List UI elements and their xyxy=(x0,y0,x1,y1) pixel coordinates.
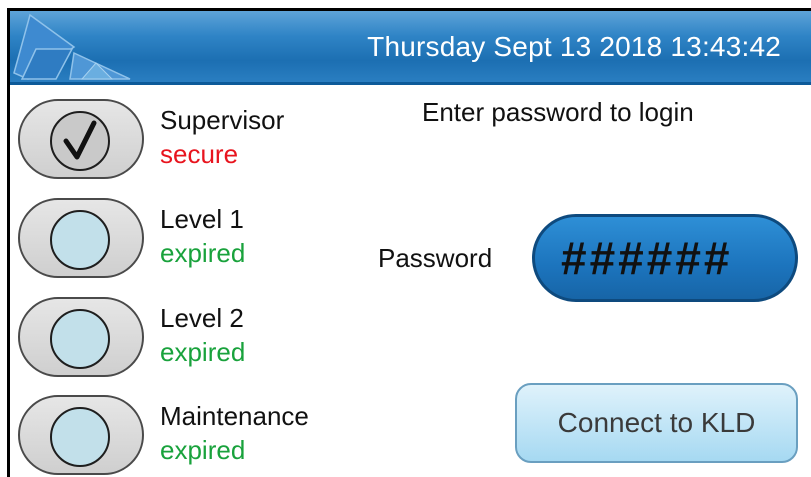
radio-circle xyxy=(50,210,110,270)
level-row-level-1: Level 1 expired xyxy=(18,198,358,284)
level-row-maintenance: Maintenance expired xyxy=(18,395,358,477)
radio-circle xyxy=(50,111,110,171)
radio-circle xyxy=(50,309,110,369)
password-label: Password xyxy=(378,243,493,273)
header-bar: Thursday Sept 13 2018 13:43:42 xyxy=(10,11,811,85)
supervisor-toggle[interactable] xyxy=(18,99,144,179)
maintenance-toggle[interactable] xyxy=(18,395,144,475)
login-prompt: Enter password to login xyxy=(422,97,694,127)
level-name: Level 1 xyxy=(160,204,244,234)
level-status: expired xyxy=(160,238,246,268)
level-name: Maintenance xyxy=(160,401,309,431)
password-field[interactable]: ###### xyxy=(532,214,798,302)
connect-button[interactable]: Connect to KLD xyxy=(515,383,798,463)
level-name: Supervisor xyxy=(160,105,285,135)
level-row-supervisor: Supervisor secure xyxy=(18,99,358,185)
level-2-toggle[interactable] xyxy=(18,297,144,377)
level-status: expired xyxy=(160,435,246,465)
radio-circle xyxy=(50,407,110,467)
level-status: expired xyxy=(160,337,246,367)
date-time-display: Thursday Sept 13 2018 13:43:42 xyxy=(367,31,781,62)
login-screen: Thursday Sept 13 2018 13:43:42 Superviso… xyxy=(7,8,811,477)
level-name: Level 2 xyxy=(160,303,244,333)
level-1-toggle[interactable] xyxy=(18,198,144,278)
company-logo xyxy=(13,13,131,80)
level-status: secure xyxy=(160,139,239,169)
level-row-level-2: Level 2 expired xyxy=(18,297,358,383)
checkmark-icon xyxy=(63,120,97,160)
